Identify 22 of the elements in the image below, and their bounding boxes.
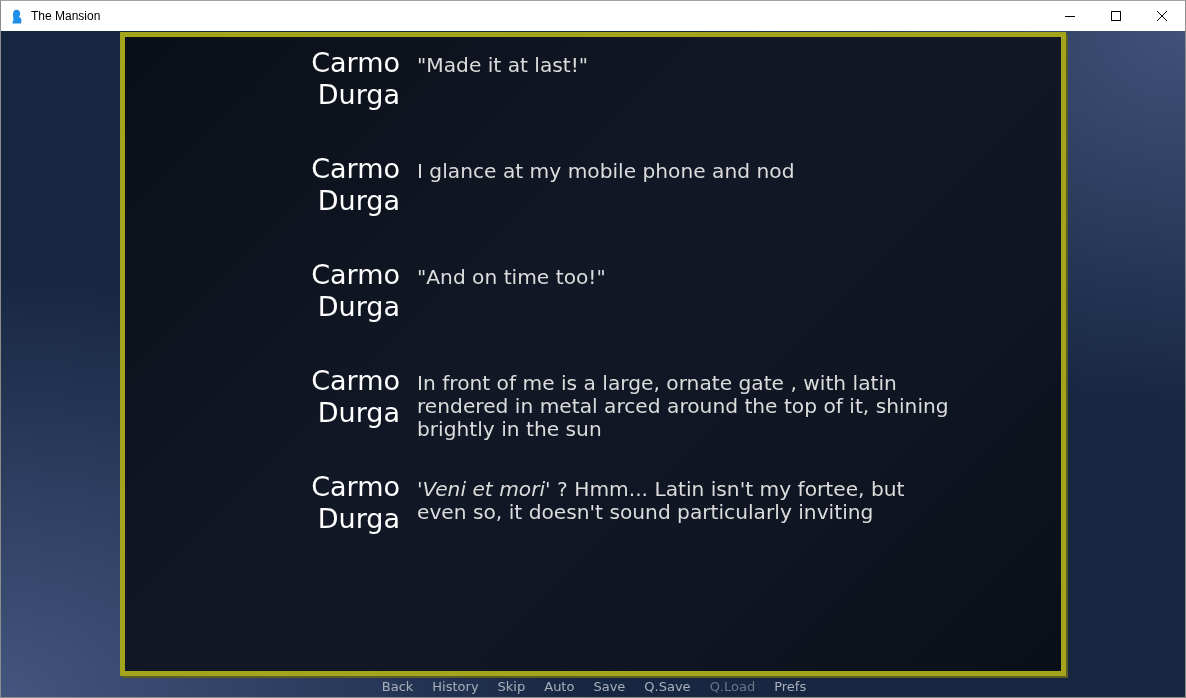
quick-menu-button[interactable]: History [422,678,489,695]
dialogue-text: "Made it at last!" [417,54,590,77]
quick-menu-button[interactable]: Save [583,678,635,695]
dialogue-text: I glance at my mobile phone and nod [417,160,796,183]
quick-menu-button[interactable]: Q.Save [634,678,701,695]
window-title: The Mansion [31,9,101,23]
speaker-name: Carmo Durga [310,47,400,111]
close-icon [1157,11,1167,21]
quick-menu-button[interactable]: Back [372,678,423,695]
dialogue-text: "And on time too!" [417,266,607,289]
speaker-name: Carmo Durga [310,471,400,535]
speaker-name: Carmo Durga [310,365,400,429]
speaker-name: Carmo Durga [310,259,400,323]
quick-menu-button[interactable]: Auto [534,678,584,695]
quick-menu-button[interactable]: Prefs [764,678,816,695]
maximize-icon [1111,11,1121,21]
speaker-name: Carmo Durga [310,153,400,217]
dialogue-text: In front of me is a large, ornate gate , with latin rendered in metal arced around the top of it, shining brightly in the sun [417,372,950,441]
minimize-icon [1065,15,1075,17]
quick-menu-button[interactable]: Skip [488,678,535,695]
dialogue-text: 'Veni et mori' ? Hmm... Latin isn't my fortee, but even so, it doesn't sound particularly inviting [417,478,906,524]
person-silhouette-icon [11,8,22,24]
